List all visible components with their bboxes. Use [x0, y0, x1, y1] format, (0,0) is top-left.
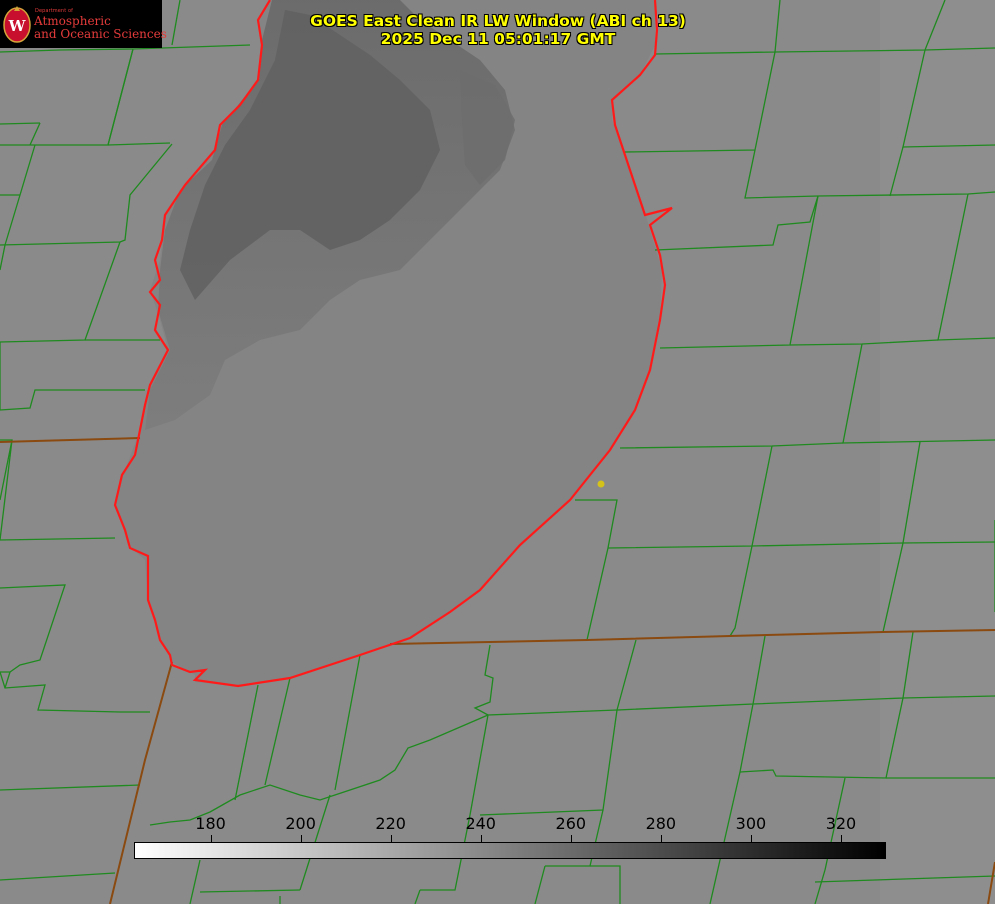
image-title: GOES East Clean IR LW Window (ABI ch 13)…: [300, 12, 696, 48]
colorbar-tick-label: 180: [195, 814, 226, 833]
colorbar-tick-label: 320: [825, 814, 857, 833]
satellite-image-viewer: W Department of Atmospheric and Oceanic …: [0, 0, 995, 904]
svg-text:W: W: [8, 17, 27, 35]
colorbar-tick-mark: [211, 835, 212, 842]
uw-aos-logo: W Department of Atmospheric and Oceanic …: [0, 0, 167, 48]
temperature-colorbar: [134, 842, 886, 859]
logo-atmospheric: Atmospheric: [34, 14, 111, 28]
colorbar-tick-mark: [301, 835, 302, 842]
title-product: GOES East Clean IR LW Window (ABI ch 13): [310, 12, 686, 30]
colorbar-tick-label: 260: [555, 814, 587, 833]
logo-oceanic-sciences: and Oceanic Sciences: [34, 27, 167, 41]
colorbar-tick-label: 280: [645, 814, 677, 833]
city-marker: [597, 480, 605, 488]
title-timestamp: 2025 Dec 11 05:01:17 GMT: [380, 30, 616, 48]
colorbar-tick-mark: [751, 835, 752, 842]
colorbar-tick-label: 240: [465, 814, 496, 833]
colorbar-tick-label: 220: [375, 814, 406, 833]
colorbar-tick-mark: [571, 835, 572, 842]
colorbar-tick-label: 300: [735, 814, 767, 833]
uw-crest-icon: W: [3, 6, 31, 43]
colorbar-tick-mark: [661, 835, 662, 842]
satellite-map: [0, 0, 995, 904]
land-imagery-east: [880, 0, 995, 904]
colorbar-tick-mark: [391, 835, 392, 842]
colorbar-tick-mark: [841, 835, 842, 842]
colorbar-tick-label: 200: [285, 814, 316, 833]
colorbar-tick-mark: [481, 835, 482, 842]
